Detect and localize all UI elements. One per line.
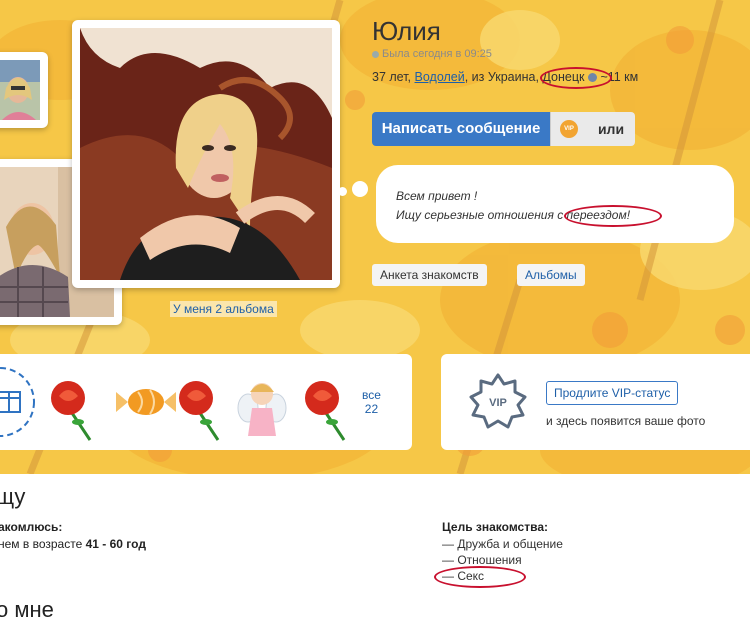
profile-age: 37 лет, [372,70,412,84]
tab-albums[interactable]: Альбомы [517,264,585,286]
or-button[interactable]: или [587,112,635,146]
svg-text:VIP: VIP [489,397,507,409]
vip-note: и здесь появится ваше фото [546,414,706,428]
status-bubble: Всем привет ! Ищу серьезные отношения с … [376,165,734,243]
gifts-row [0,367,346,441]
bubble-tail-small [338,187,347,196]
extend-vip-button[interactable]: Продлите VIP-статус [546,381,679,405]
meet-age-range: 41 - 60 год [85,537,146,551]
location-pin-icon [587,73,597,83]
last-seen-status: Была сегодня в 09:25 [372,48,492,60]
angel-icon[interactable] [237,383,287,436]
rose-icon[interactable] [51,381,92,441]
meet-value-prefix: нем в возрасте [0,537,83,551]
profile-distance: ~11 км [600,70,639,84]
photo-thumb-1[interactable] [0,52,48,128]
meet-value: нем в возрасте 41 - 60 год [0,537,146,551]
tab-anketa[interactable]: Анкета знакомств [372,264,487,286]
rose-icon[interactable] [179,381,220,441]
zodiac-link[interactable]: Водолей [415,70,465,84]
search-heading: щу [0,484,26,509]
status-line-2: Ищу серьезные отношения с переездом! [396,208,631,222]
bubble-tail [352,181,368,197]
profile-city[interactable]: Донецк [542,70,584,84]
meet-label: акомлюсь: [0,520,63,534]
goal-item: — Секс [442,569,485,583]
gifts-panel [0,354,412,450]
all-gifts-count: 22 [364,402,379,416]
profile-country: , из Украина, [464,70,539,84]
vip-badge-icon: VIP [560,120,578,138]
online-dot-icon [372,50,379,58]
rose-icon[interactable] [305,381,346,441]
write-message-button[interactable]: Написать сообщение [372,112,550,146]
vip-message-button[interactable]: VIP [550,112,587,146]
candy-icon[interactable] [116,389,176,415]
goal-item: — Отношения [442,553,522,567]
all-gifts-label: все [362,388,381,402]
gift-box-icon[interactable] [0,367,35,437]
all-gifts-link[interactable]: все 22 [362,388,381,416]
goal-item: — Дружба и общение [442,537,563,551]
vip-star-icon: VIP [469,373,527,429]
status-line-1: Всем привет ! [396,189,478,203]
about-heading: о мне [0,597,54,622]
main-photo[interactable] [72,20,340,288]
goal-label: Цель знакомства: [442,520,548,534]
profile-info: 37 лет, Водолей, из Украина, Донецк ~11 … [372,70,638,84]
albums-count-link[interactable]: У меня 2 альбома [170,301,277,317]
profile-name: Юлия [372,16,441,46]
